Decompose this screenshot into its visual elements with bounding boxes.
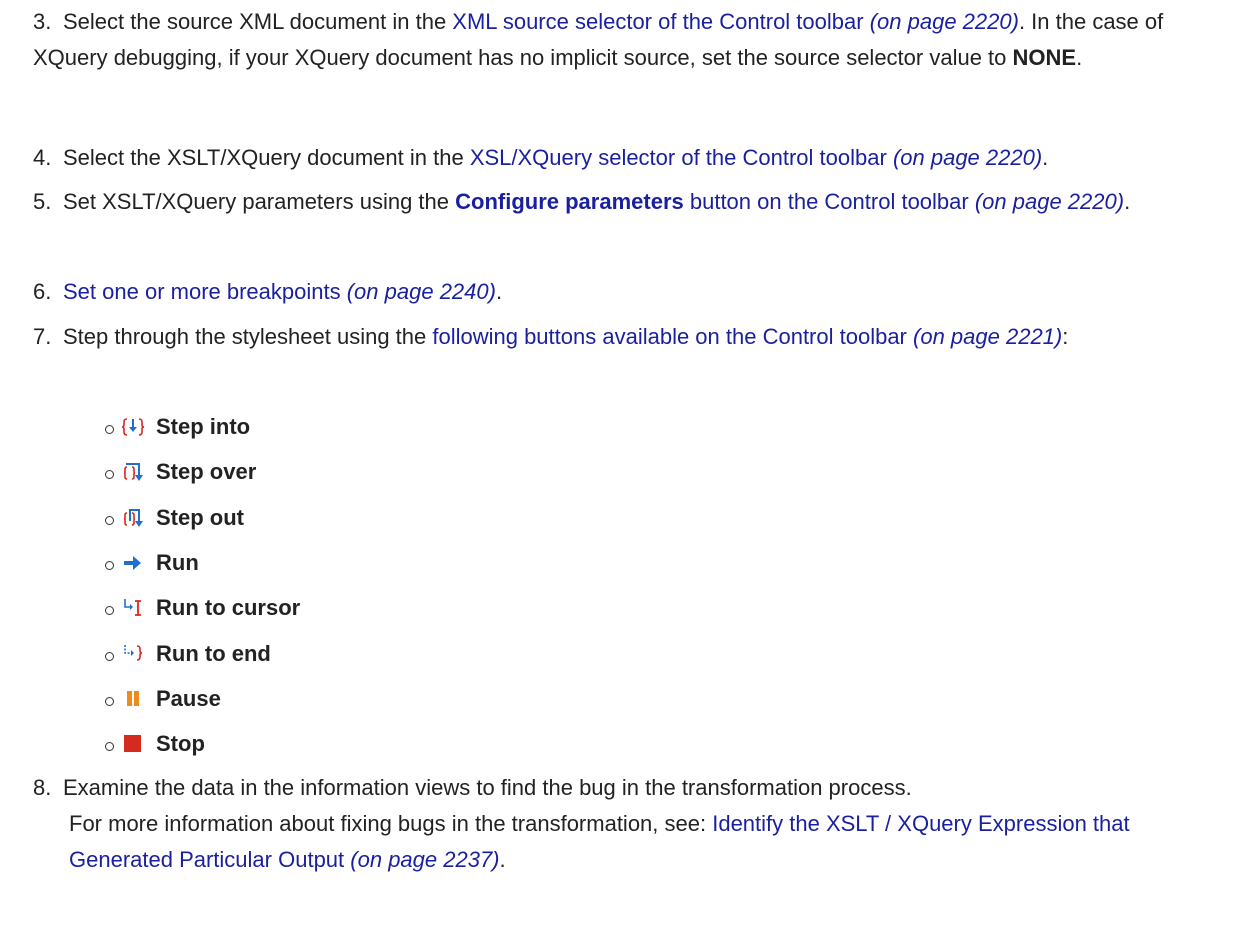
step-8-continuation: For more information about fixing bugs i…: [33, 806, 1233, 878]
step-text: .: [495, 279, 503, 304]
step-text: Step through the stylesheet using the: [63, 324, 433, 349]
list-item-run: Run: [105, 545, 199, 581]
step-8: 8. Examine the data in the information vi…: [33, 770, 1233, 878]
xsl-xquery-selector-link[interactable]: XSL/XQuery selector of the Control toolb…: [470, 145, 887, 170]
step-number: 6.: [33, 279, 52, 304]
page-reference[interactable]: (on page 2237): [350, 847, 499, 872]
step-number: 8.: [33, 775, 52, 800]
button-label: Run: [156, 550, 199, 575]
step-text: :: [1062, 324, 1069, 349]
list-item-stop: Stop: [105, 726, 205, 762]
pause-icon: [122, 688, 144, 710]
step-into-icon: [122, 416, 144, 438]
step-text: .: [499, 847, 506, 872]
list-item-pause: Pause: [105, 681, 221, 717]
list-item-run-to-cursor: Run to cursor: [105, 590, 300, 626]
bullet: [105, 741, 114, 751]
button-label: Run to end: [156, 641, 271, 666]
page-reference[interactable]: (on page 2240): [347, 279, 496, 304]
step-text: .: [1042, 145, 1049, 170]
bullet: [105, 469, 114, 479]
bullet: [105, 515, 114, 525]
list-item-run-to-end: Run to end: [105, 636, 271, 672]
page-reference[interactable]: (on page 2220): [975, 189, 1124, 214]
page-reference[interactable]: (on page 2221): [913, 324, 1062, 349]
step-text: .: [1076, 45, 1083, 70]
button-label: Run to cursor: [156, 595, 301, 620]
step-6: 6. Set one or more breakpoints (on page 2…: [33, 274, 1233, 310]
button-label: Pause: [156, 686, 221, 711]
step-number: 4.: [33, 145, 52, 170]
page-reference[interactable]: (on page 2220): [870, 9, 1019, 34]
step-number: 7.: [33, 324, 52, 349]
step-text: Set XSLT/XQuery parameters using the: [63, 189, 456, 214]
step-4: 4. Select the XSLT/XQuery document in the…: [33, 140, 1233, 176]
step-out-icon: [122, 507, 144, 529]
page-reference[interactable]: (on page 2220): [893, 145, 1042, 170]
step-text: Select the XSLT/XQuery document in the: [63, 145, 470, 170]
list-item-step-over: Step over: [105, 454, 256, 490]
breakpoints-link[interactable]: Set one or more breakpoints: [63, 279, 341, 304]
control-toolbar-link[interactable]: button on the Control toolbar: [684, 189, 969, 214]
step-text: Select the source XML document in the: [63, 9, 453, 34]
button-label: Step into: [156, 414, 251, 439]
step-7: 7. Step through the stylesheet using the …: [33, 319, 1233, 355]
step-3: 3. Select the source XML document in the …: [33, 4, 1233, 76]
configure-parameters-link[interactable]: Configure parameters: [455, 189, 684, 214]
button-label: Step out: [156, 505, 244, 530]
bullet: [105, 605, 114, 615]
document-page: 3. Select the source XML document in the …: [0, 0, 1258, 940]
step-5: 5. Set XSLT/XQuery parameters using the C…: [33, 184, 1233, 220]
run-to-end-icon: [122, 643, 144, 665]
stop-icon: [122, 733, 144, 755]
bullet: [105, 651, 114, 661]
control-toolbar-buttons-link[interactable]: following buttons available on the Contr…: [432, 324, 907, 349]
list-item-step-out: Step out: [105, 500, 244, 536]
step-number: 5.: [33, 189, 52, 214]
button-label: Stop: [156, 731, 205, 756]
step-text: Examine the data in the information view…: [63, 775, 912, 800]
bullet: [105, 560, 114, 570]
bullet: [105, 696, 114, 706]
run-to-cursor-icon: [122, 597, 144, 619]
none-keyword: NONE: [1012, 45, 1077, 70]
xml-source-selector-link[interactable]: XML source selector of the Control toolb…: [452, 9, 863, 34]
step-text: For more information about fixing bugs i…: [69, 811, 713, 836]
list-item-step-into: Step into: [105, 409, 250, 445]
run-icon: [122, 552, 144, 574]
button-label: Step over: [156, 459, 257, 484]
bullet: [105, 424, 114, 434]
step-number: 3.: [33, 9, 52, 34]
step-text: .: [1124, 189, 1131, 214]
step-over-icon: [122, 461, 144, 483]
